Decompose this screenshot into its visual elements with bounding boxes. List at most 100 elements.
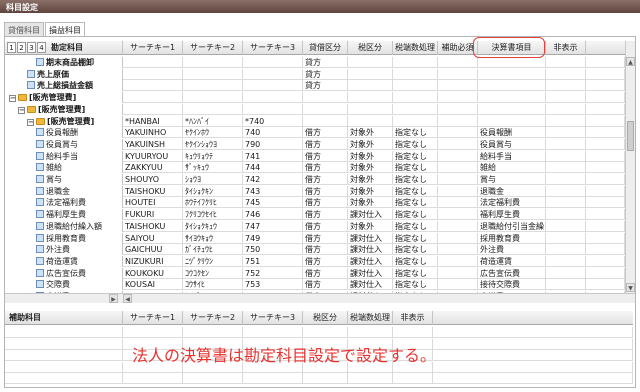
account-name-cell[interactable]: 売上総損益金額 xyxy=(5,80,123,92)
search-key-2-cell[interactable]: ﾀｲｼｮｸｷﾝ xyxy=(183,185,243,197)
search-key-2-cell[interactable]: ｼｮｳﾖ xyxy=(183,174,243,185)
sub-account-cell[interactable] xyxy=(433,338,633,350)
column-header-sub-tax-rounding[interactable]: 税端数処理 xyxy=(348,311,393,325)
sub-account-cell[interactable] xyxy=(393,327,433,338)
search-key-3-cell[interactable] xyxy=(243,68,303,80)
account-row[interactable]: 退職給付繰入額 TAISHOKU ﾀｲｼｮｸｷｭｳ 747 借方 対象外 指定なし 退職給付引… xyxy=(5,220,625,232)
account-row[interactable]: 賞与 SHOUYO ｼｮｳﾖ 742 借方 対象外 指定なし 賞与 xyxy=(5,174,625,185)
debit-credit-cell[interactable]: 貸方 xyxy=(303,68,348,80)
sub-required-cell[interactable] xyxy=(438,244,478,256)
financial-statement-item-cell[interactable]: 雑給 xyxy=(478,162,546,174)
sub-required-cell[interactable] xyxy=(438,255,478,267)
account-name-cell[interactable]: 退職給付繰入額 xyxy=(5,220,123,232)
empty-cell[interactable] xyxy=(586,220,625,232)
account-name-cell[interactable]: 法定福利費 xyxy=(5,197,123,209)
empty-cell[interactable] xyxy=(586,80,625,92)
empty-cell[interactable] xyxy=(586,197,625,209)
account-name-cell[interactable]: 雑給 xyxy=(5,162,123,174)
tax-rounding-cell[interactable]: 指定なし xyxy=(393,220,438,232)
search-key-3-cell[interactable]: 751 xyxy=(243,255,303,267)
account-row[interactable]: − [販売管理費] *HANBAI *ﾊﾝﾊﾞｲ *740 xyxy=(5,115,625,127)
debit-credit-cell[interactable]: 借方 xyxy=(303,127,348,139)
sub-required-cell[interactable] xyxy=(438,279,478,291)
tax-category-cell[interactable]: 対象外 xyxy=(348,174,393,185)
hidden-cell[interactable] xyxy=(546,174,586,185)
scroll-right-arrow-icon[interactable]: ▶ xyxy=(109,294,118,303)
column-header-sub-required[interactable]: 補助必須 xyxy=(438,41,478,55)
search-key-3-cell[interactable]: 741 xyxy=(243,150,303,162)
tax-category-cell[interactable] xyxy=(348,103,393,115)
search-key-1-cell[interactable]: FUKURI xyxy=(123,209,183,221)
debit-credit-cell[interactable]: 借方 xyxy=(303,209,348,221)
tax-rounding-cell[interactable]: 指定なし xyxy=(393,232,438,244)
sub-required-cell[interactable] xyxy=(438,68,478,80)
account-row[interactable]: 雑給 ZAKKYUU ｻﾞｯｷｭｳ 744 借方 対象外 指定なし 雑給 xyxy=(5,162,625,174)
search-key-1-cell[interactable]: KOUKOKU xyxy=(123,267,183,279)
hidden-cell[interactable] xyxy=(546,68,586,80)
column-header-sub-search-key-3[interactable]: サーチキー3 xyxy=(243,311,303,325)
tax-rounding-cell[interactable] xyxy=(393,92,438,104)
account-row[interactable]: 給料手当 KYUURYOU ｷｭｳﾘｮｳﾃ 741 借方 対象外 指定なし 給料手当 xyxy=(5,150,625,162)
account-grid-vertical-scrollbar[interactable]: ▲ ▼ xyxy=(625,41,635,293)
financial-statement-item-cell[interactable]: 福利厚生費 xyxy=(478,209,546,221)
account-row[interactable]: 退職金 TAISHOKU ﾀｲｼｮｸｷﾝ 743 借方 対象外 指定なし 退職金 xyxy=(5,185,625,197)
tax-category-cell[interactable]: 課対仕入 xyxy=(348,209,393,221)
column-header-tax-category[interactable]: 税区分 xyxy=(348,41,393,55)
debit-credit-cell[interactable] xyxy=(303,115,348,127)
column-header-sub-search-key-2[interactable]: サーチキー2 xyxy=(183,311,243,325)
debit-credit-cell[interactable] xyxy=(303,103,348,115)
collapse-toggle-icon[interactable]: − xyxy=(27,118,34,126)
account-row[interactable]: 採用教育費 SAIYOU ｻｲﾖｳｷｮｳ 749 借方 課対仕入 指定なし 採用教育費 xyxy=(5,232,625,244)
tax-rounding-cell[interactable] xyxy=(393,103,438,115)
empty-cell[interactable] xyxy=(586,92,625,104)
hidden-cell[interactable] xyxy=(546,138,586,150)
search-key-3-cell[interactable]: 740 xyxy=(243,127,303,139)
tax-category-cell[interactable] xyxy=(348,115,393,127)
financial-statement-item-cell[interactable]: 外注費 xyxy=(478,244,546,256)
hidden-cell[interactable] xyxy=(546,267,586,279)
sub-account-cell[interactable] xyxy=(348,327,393,338)
hidden-cell[interactable] xyxy=(546,115,586,127)
debit-credit-cell[interactable]: 借方 xyxy=(303,162,348,174)
search-key-1-cell[interactable] xyxy=(123,80,183,92)
financial-statement-item-cell[interactable]: 採用教育費 xyxy=(478,232,546,244)
search-key-1-cell[interactable] xyxy=(123,92,183,104)
sub-account-cell[interactable] xyxy=(393,373,433,384)
search-key-3-cell[interactable]: 750 xyxy=(243,244,303,256)
financial-statement-item-cell[interactable]: 荷造運賃 xyxy=(478,255,546,267)
tax-category-cell[interactable]: 課対仕入 xyxy=(348,279,393,291)
level-1-button[interactable]: 1 xyxy=(7,42,16,53)
hidden-cell[interactable] xyxy=(546,232,586,244)
search-key-3-cell[interactable] xyxy=(243,80,303,92)
sub-required-cell[interactable] xyxy=(438,150,478,162)
hidden-cell[interactable] xyxy=(546,150,586,162)
tax-category-cell[interactable] xyxy=(348,80,393,92)
empty-cell[interactable] xyxy=(586,279,625,291)
sub-required-cell[interactable] xyxy=(438,92,478,104)
tax-rounding-cell[interactable]: 指定なし xyxy=(393,244,438,256)
hidden-cell[interactable] xyxy=(546,255,586,267)
empty-cell[interactable] xyxy=(586,232,625,244)
account-row[interactable]: 役員賞与 YAKUINSH ﾔｸｲﾝｼｮｳﾖ 790 借方 対象外 指定なし 役員賞与 xyxy=(5,138,625,150)
column-header-search-key-1[interactable]: サーチキー1 xyxy=(123,41,183,55)
financial-statement-item-cell[interactable]: 給料手当 xyxy=(478,150,546,162)
tax-rounding-cell[interactable]: 指定なし xyxy=(393,185,438,197)
sub-account-cell[interactable] xyxy=(5,327,123,338)
debit-credit-cell[interactable] xyxy=(303,92,348,104)
search-key-2-cell[interactable]: ﾆﾂﾞｸﾘｳﾝ xyxy=(183,255,243,267)
account-row[interactable]: 期末商品棚卸 貸方 xyxy=(5,57,625,68)
empty-cell[interactable] xyxy=(586,267,625,279)
sub-required-cell[interactable] xyxy=(438,127,478,139)
hidden-cell[interactable] xyxy=(546,80,586,92)
hidden-cell[interactable] xyxy=(546,92,586,104)
empty-cell[interactable] xyxy=(586,127,625,139)
account-row[interactable]: 役員報酬 YAKUINHO ﾔｸｲﾝﾎｳ 740 借方 対象外 指定なし 役員報酬 xyxy=(5,127,625,139)
financial-statement-item-cell[interactable] xyxy=(478,115,546,127)
financial-statement-item-cell[interactable]: 広告宣伝費 xyxy=(478,267,546,279)
search-key-3-cell[interactable]: 743 xyxy=(243,185,303,197)
tab-soneki[interactable]: 損益科目 xyxy=(45,22,85,37)
account-row[interactable]: 売上原価 貸方 xyxy=(5,68,625,80)
tax-category-cell[interactable]: 対象外 xyxy=(348,162,393,174)
sub-account-cell[interactable] xyxy=(433,327,633,338)
column-header-account[interactable]: 勘定科目 xyxy=(47,41,123,55)
